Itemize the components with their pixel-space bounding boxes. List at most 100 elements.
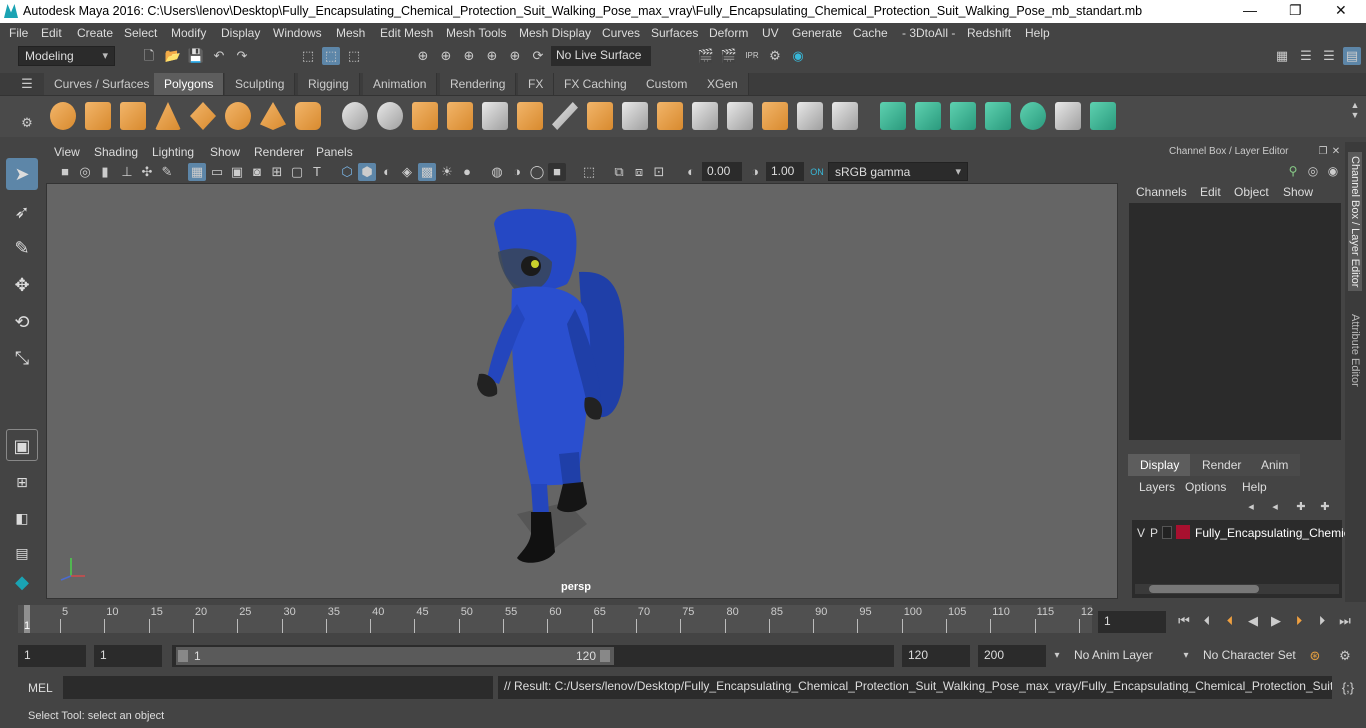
go-to-end-icon[interactable]: ⏭ <box>1336 612 1354 630</box>
bevel-icon[interactable] <box>657 102 683 130</box>
viewport-menu-view[interactable]: View <box>54 145 80 159</box>
merge-icon[interactable] <box>832 102 858 130</box>
menu-help[interactable]: Help <box>1025 26 1050 40</box>
checker-uv-icon[interactable] <box>1055 102 1081 130</box>
smooth-icon[interactable] <box>447 102 473 130</box>
multi-cut-icon[interactable] <box>552 102 578 130</box>
tab-polygons[interactable]: Polygons <box>154 73 225 95</box>
camera-select-icon[interactable]: ■ <box>56 163 74 181</box>
menu-create[interactable]: Create <box>77 26 113 40</box>
open-scene-icon[interactable]: 📂 <box>164 47 182 65</box>
motion-blur-icon[interactable]: ◑ <box>508 163 526 181</box>
snap-grid-icon[interactable]: ⊕ <box>414 47 432 65</box>
menu-surfaces[interactable]: Surfaces <box>651 26 698 40</box>
rotate-tool-icon[interactable]: ⟲ <box>6 306 38 338</box>
poly-pipe-icon[interactable] <box>295 102 321 130</box>
shadows-icon[interactable]: ● <box>458 163 476 181</box>
render-frame-icon[interactable]: 🎬 <box>720 47 738 65</box>
menu-deform[interactable]: Deform <box>709 26 748 40</box>
viewport-menu-panels[interactable]: Panels <box>316 145 353 159</box>
range-slider[interactable]: 1 120 <box>172 645 894 667</box>
gamma-field[interactable]: 1.00 <box>766 162 804 181</box>
xray-joints-icon[interactable]: ⧉ <box>610 163 628 181</box>
gate-mask-icon[interactable]: ◙ <box>248 163 266 181</box>
mode-dropdown[interactable]: Modeling <box>18 46 115 66</box>
go-to-start-icon[interactable]: ⏮ <box>1175 612 1193 630</box>
scale-tool-icon[interactable]: ⤡ <box>6 342 38 374</box>
help-menu[interactable]: Help <box>1242 480 1267 494</box>
scene-end-field[interactable]: 200 <box>978 645 1046 667</box>
perspective-viewport[interactable]: persp <box>46 183 1118 599</box>
step-back-frame-icon[interactable]: ⏴ <box>1221 612 1239 630</box>
poly-sphere-icon[interactable] <box>50 102 76 130</box>
range-handle-start-grip[interactable] <box>178 650 188 662</box>
combine-icon[interactable] <box>342 102 368 130</box>
tab-render[interactable]: Render <box>1190 454 1254 476</box>
bookmark-icon[interactable]: ▮ <box>96 163 114 181</box>
xray-icon[interactable]: ◈ <box>398 163 416 181</box>
viewport-menu-shading[interactable]: Shading <box>94 145 138 159</box>
maya-home-icon[interactable]: ◆ <box>6 566 38 598</box>
time-slider-track[interactable]: 1 5 10 15 20 25 30 35 40 45 50 55 60 65 70 75 80 85 90 95 1… <box>18 605 1093 633</box>
insert-edge-loop-icon[interactable] <box>692 102 718 130</box>
bridge-icon[interactable] <box>622 102 648 130</box>
poly-plane-icon[interactable] <box>190 102 216 130</box>
menu-uv[interactable]: UV <box>762 26 779 40</box>
select-hierarchy-icon[interactable]: ⬚ <box>299 47 317 65</box>
current-frame-field[interactable]: 1 <box>1098 611 1166 633</box>
menu-cache[interactable]: Cache <box>853 26 888 40</box>
new-scene-icon[interactable]: 🗋 <box>140 47 158 65</box>
new-layer-selected-icon[interactable]: ✚ <box>1316 498 1334 516</box>
screen-space-ao-icon[interactable]: ◍ <box>488 163 506 181</box>
target-weld-icon[interactable] <box>797 102 823 130</box>
spherical-uv-icon[interactable] <box>950 102 976 130</box>
command-input[interactable] <box>63 676 493 699</box>
object-menu[interactable]: Object <box>1234 185 1269 199</box>
grid-toggle-icon[interactable]: ▦ <box>188 163 206 181</box>
auto-key-icon[interactable]: ⊛ <box>1306 647 1324 665</box>
channel-box-manip-icon[interactable]: ◎ <box>1304 162 1322 180</box>
camera-attributes-icon[interactable]: ◎ <box>76 163 94 181</box>
menu-curves[interactable]: Curves <box>602 26 640 40</box>
resolution-gate-icon[interactable]: ▣ <box>228 163 246 181</box>
channel-box-speed-icon[interactable]: ◉ <box>1324 162 1342 180</box>
viewport-menu-renderer[interactable]: Renderer <box>254 145 304 159</box>
mirror-icon[interactable] <box>517 102 543 130</box>
single-pane-layout-icon[interactable]: ▣ <box>6 429 38 461</box>
cylindrical-uv-icon[interactable] <box>915 102 941 130</box>
anti-aliasing-icon[interactable]: ◯ <box>528 163 546 181</box>
extrude-icon[interactable] <box>587 102 613 130</box>
close-button[interactable]: ✕ <box>1335 2 1347 19</box>
move-tool-icon[interactable]: ✥ <box>6 269 38 301</box>
poly-pyramid-icon[interactable] <box>260 102 286 130</box>
automatic-uv-icon[interactable] <box>985 102 1011 130</box>
animation-preferences-icon[interactable]: ⚙ <box>1336 647 1354 665</box>
restore-button[interactable]: ❐ <box>1289 2 1302 19</box>
poly-torus-icon[interactable] <box>225 102 251 130</box>
snap-live-icon[interactable]: ⟳ <box>529 47 547 65</box>
safe-action-icon[interactable]: ▢ <box>288 163 306 181</box>
step-back-key-icon[interactable]: ⏴ <box>1198 612 1216 630</box>
poly-cube-icon[interactable] <box>85 102 111 130</box>
smooth-shade-icon[interactable]: ⬢ <box>358 163 376 181</box>
outliner-layout-icon[interactable]: ◧ <box>6 502 38 534</box>
step-forward-key-icon[interactable]: ⏵ <box>1313 612 1331 630</box>
exposure-field[interactable]: 0.00 <box>702 162 742 181</box>
separate-icon[interactable] <box>377 102 403 130</box>
uv-editor-icon[interactable] <box>1020 102 1046 130</box>
layer-scrollbar[interactable] <box>1135 584 1339 594</box>
tab-animation[interactable]: Animation <box>363 73 438 95</box>
menu-select[interactable]: Select <box>124 26 157 40</box>
menu-mesh-tools[interactable]: Mesh Tools <box>446 26 506 40</box>
wireframe-on-shaded-icon[interactable]: ◐ <box>378 163 396 181</box>
unfold-uv-icon[interactable] <box>1090 102 1116 130</box>
undo-icon[interactable]: ↶ <box>210 47 228 65</box>
menu-generate[interactable]: Generate <box>792 26 842 40</box>
panel-close-icon[interactable]: ✕ <box>1327 143 1345 161</box>
character-set-field[interactable]: No Character Set <box>1197 645 1297 667</box>
grease-pencil-icon[interactable]: ✎ <box>158 163 176 181</box>
layer-row[interactable]: V P Fully_Encapsulating_Chemica <box>1132 523 1356 543</box>
menu-modify[interactable]: Modify <box>171 26 206 40</box>
menu-mesh-display[interactable]: Mesh Display <box>519 26 591 40</box>
append-polygon-icon[interactable] <box>762 102 788 130</box>
